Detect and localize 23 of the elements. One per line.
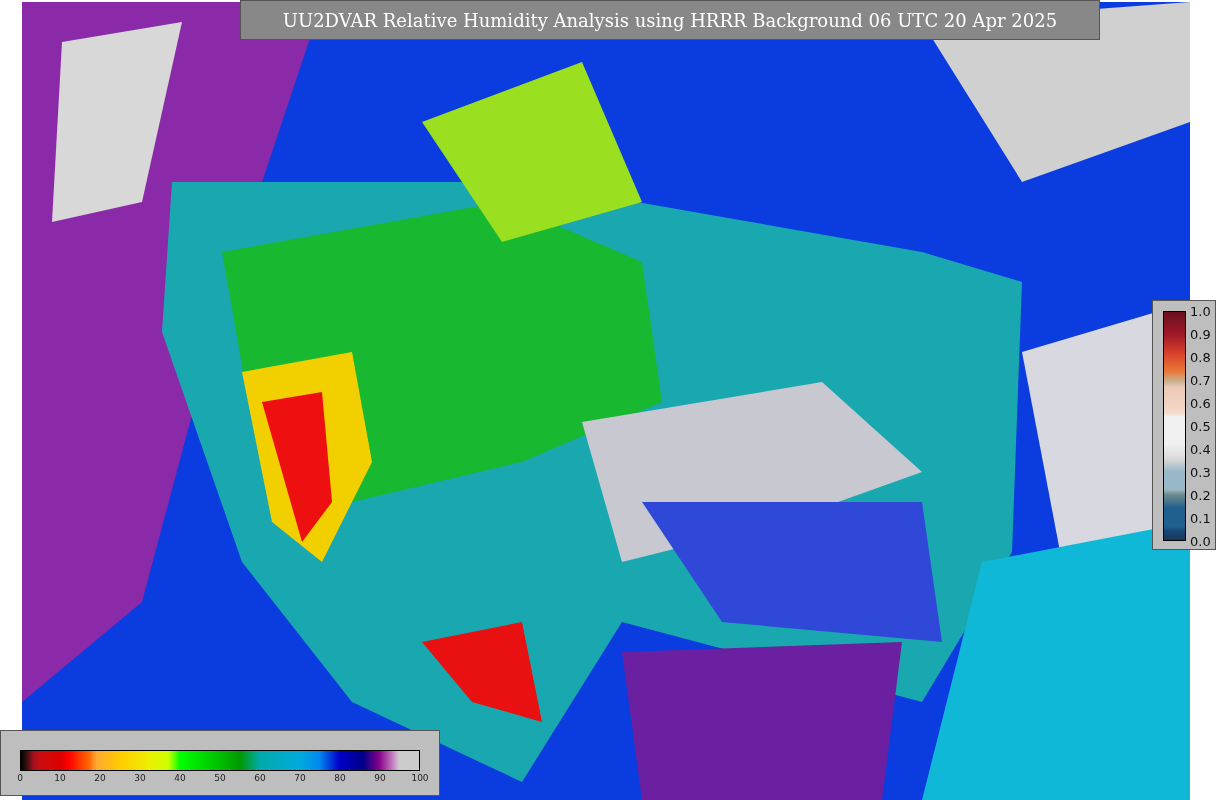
colorbar-tick-label: 0.0: [1190, 533, 1211, 549]
map-title: UU2DVAR Relative Humidity Analysis using HRRR Background 06 UTC 20 Apr 2025: [240, 0, 1100, 40]
colorbar-tick-label: 30: [134, 773, 146, 783]
colorbar-tick-label: 70: [294, 773, 306, 783]
colorbar-tick-label: 0.2: [1190, 487, 1211, 503]
colorbar-tick-label: 100: [411, 773, 429, 783]
colorbar-tick-label: 0.8: [1190, 349, 1211, 365]
colorbar-tick-label: 90: [374, 773, 386, 783]
colorbar-tick-label: 0.1: [1190, 510, 1211, 526]
colorbar-tick-label: 0: [17, 773, 23, 783]
colorbar-tick-label: 0.5: [1190, 418, 1211, 434]
colorbar-tick-label: 40: [174, 773, 186, 783]
colorbar-tick-label: 80: [334, 773, 346, 783]
colorbar-tick-label: 0.4: [1190, 441, 1211, 457]
colorbar-tick-label: 0.7: [1190, 372, 1211, 388]
colorbar-tick-label: 60: [254, 773, 266, 783]
colorbar-tick-label: 1.0: [1190, 303, 1211, 319]
colorbar-tick-label: 0.9: [1190, 326, 1211, 342]
colorbar-tick-label: 20: [94, 773, 106, 783]
colorbar-tick-label: 50: [214, 773, 226, 783]
colorbar-tick-label: 10: [54, 773, 66, 783]
colorbar-tick-label: 0.3: [1190, 464, 1211, 480]
colorbar-tick-label: 0.6: [1190, 395, 1211, 411]
